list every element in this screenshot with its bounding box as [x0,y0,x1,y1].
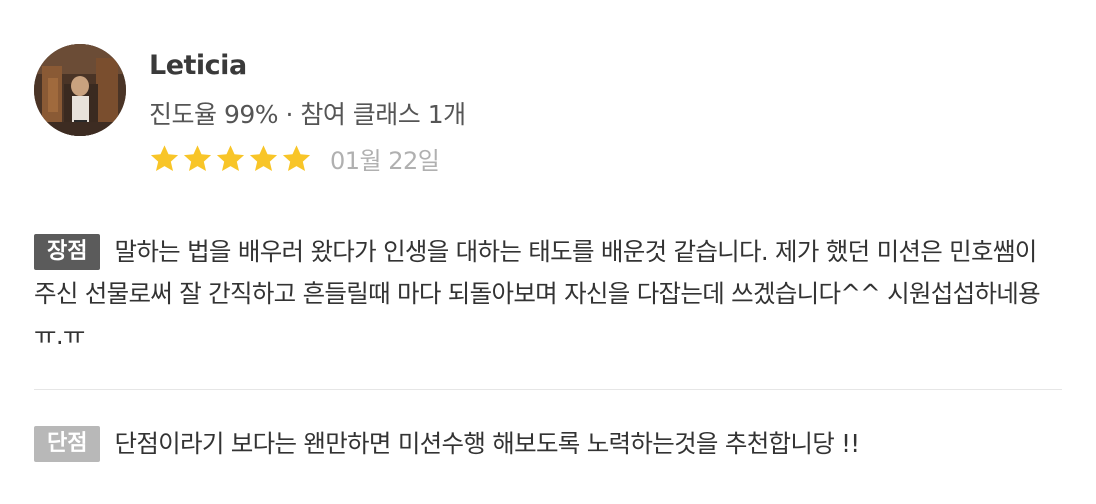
review-date: 01월 22일 [330,146,440,175]
reviewer-meta: 진도율 99% · 참여 클래스 1개 [149,100,466,129]
star-icon [249,144,278,171]
avatar-photo [34,44,126,136]
divider [34,389,1062,390]
pros-badge: 장점 [34,234,101,270]
cons-badge: 단점 [34,426,101,462]
rating-row: 01월 22일 [149,138,440,178]
avatar[interactable] [34,44,126,136]
pros-section: 장점 말하는 법을 배우러 왔다가 인생을 대하는 태도를 배운것 같습니다. 제… [34,231,1044,357]
reviewer-name: Leticia [149,50,247,81]
review-card: Leticia 진도율 99% · 참여 클래스 1개 01월 22일 장점 말하… [0,0,1096,504]
star-icon [216,144,245,171]
pros-paragraph: 장점 말하는 법을 배우러 왔다가 인생을 대하는 태도를 배운것 같습니다. 제… [34,231,1044,357]
star-icon [282,144,311,171]
pros-text: 말하는 법을 배우러 왔다가 인생을 대하는 태도를 배운것 같습니다. 제가 … [34,237,1041,350]
star-icon [150,144,179,171]
cons-text: 단점이라기 보다는 왠만하면 미션수행 해보도록 노력하는것을 추천합니당 !! [114,429,860,458]
cons-section: 단점 단점이라기 보다는 왠만하면 미션수행 해보도록 노력하는것을 추천합니당 … [34,423,1044,465]
star-icon [183,144,212,171]
cons-paragraph: 단점 단점이라기 보다는 왠만하면 미션수행 해보도록 노력하는것을 추천합니당 … [34,423,1044,465]
star-rating [149,143,314,174]
